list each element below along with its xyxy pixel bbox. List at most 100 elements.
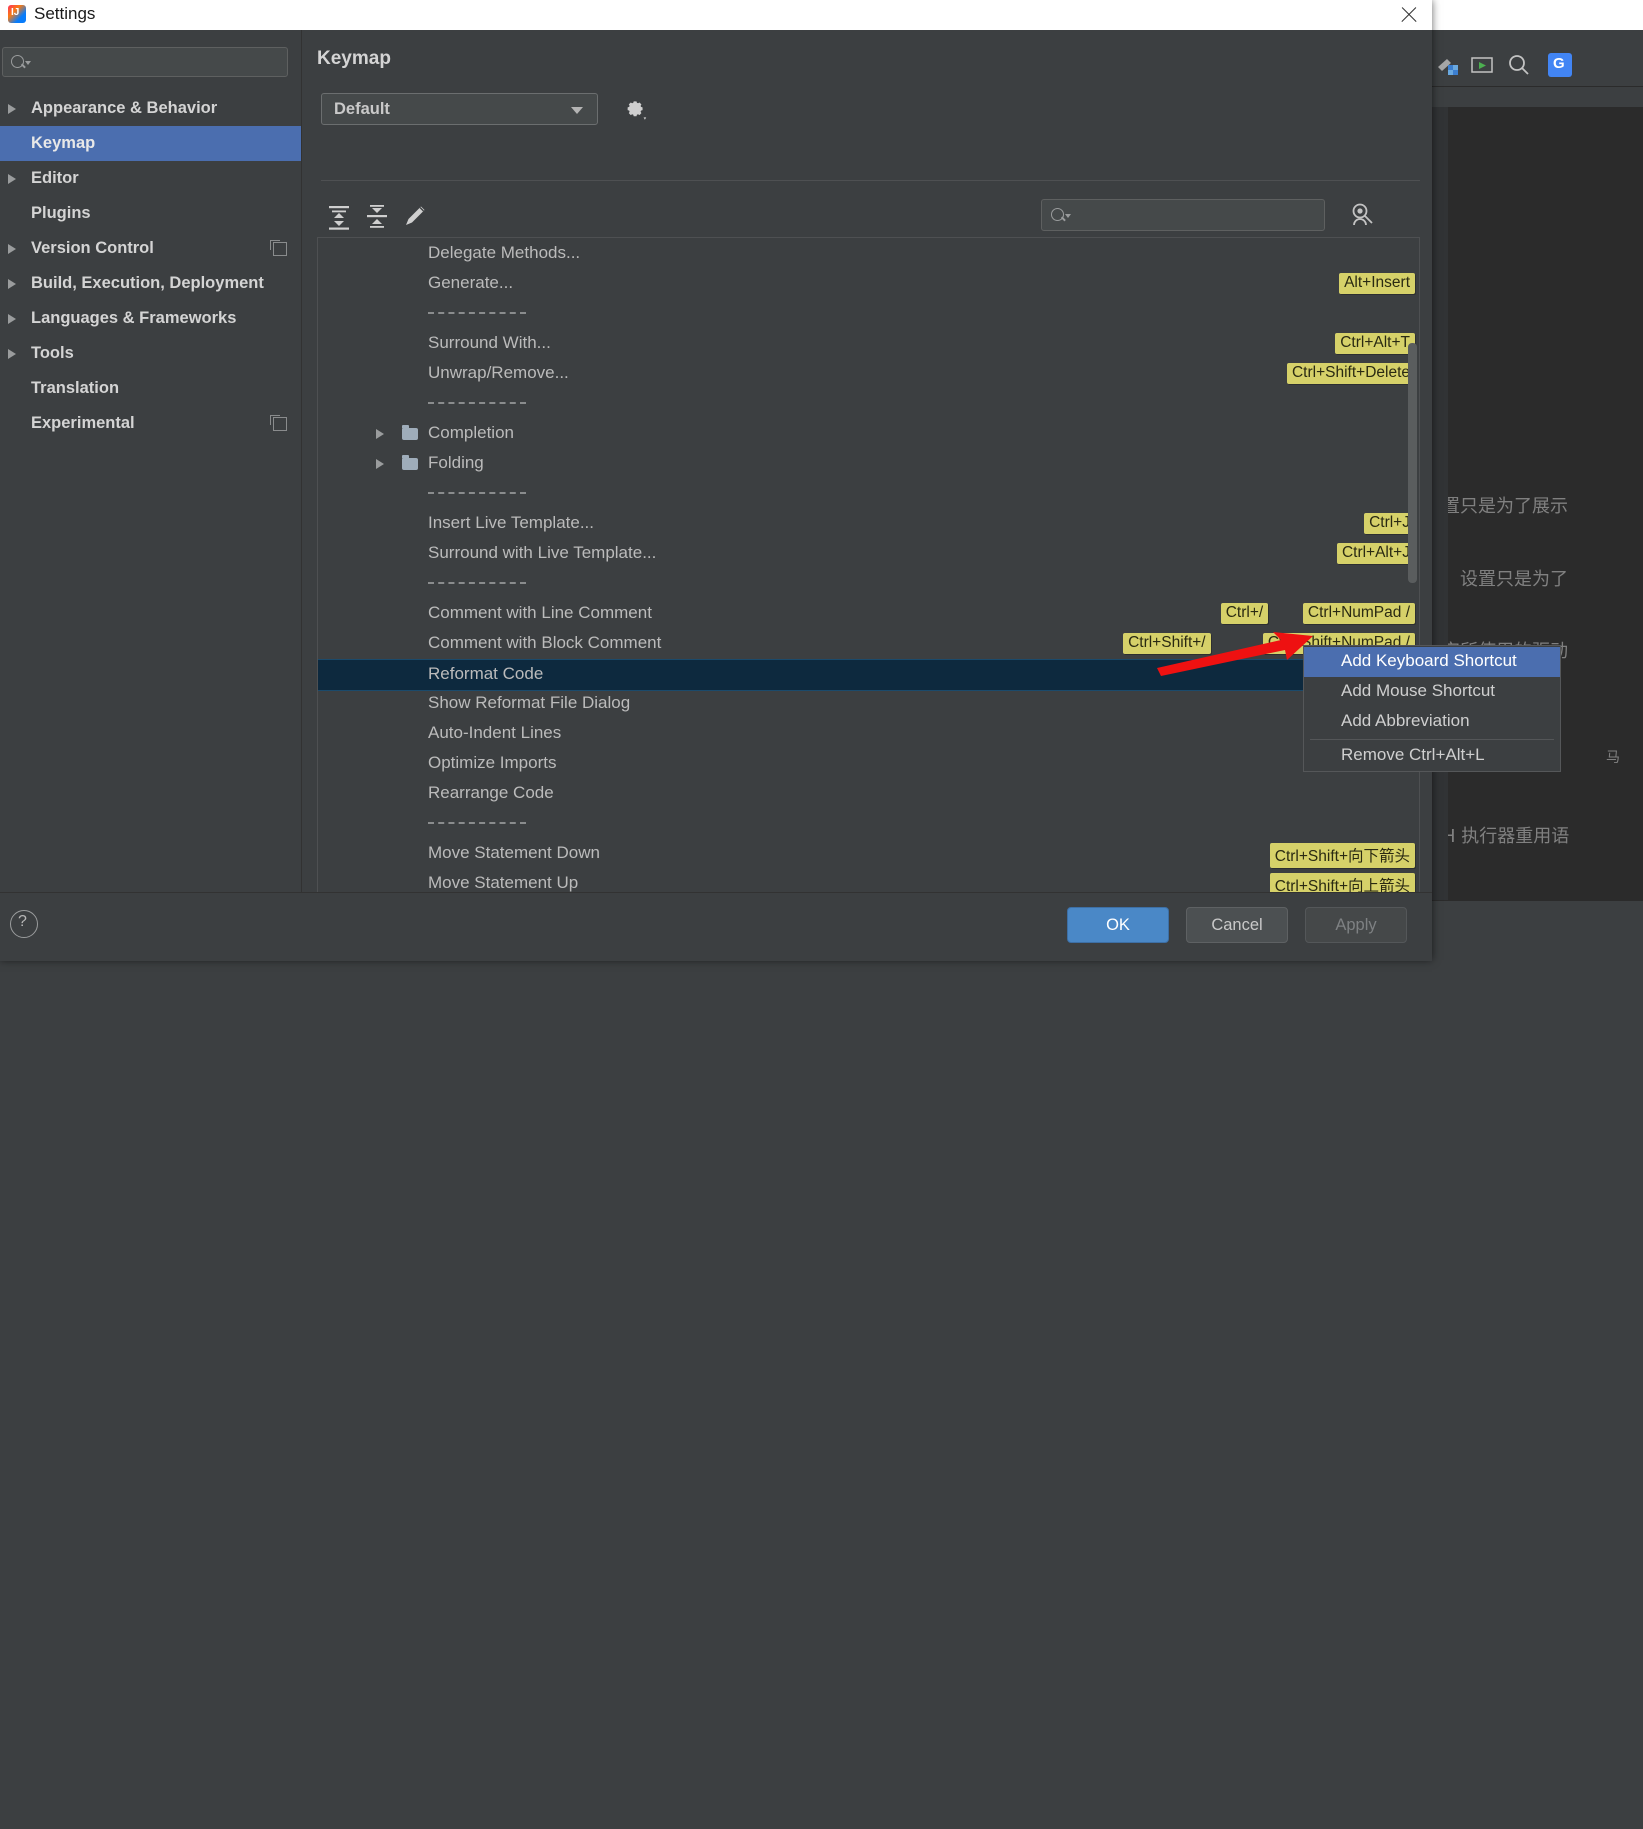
sidebar-item-label: Tools: [31, 344, 74, 362]
menu-divider: [1310, 739, 1554, 740]
chevron-right-icon[interactable]: [8, 349, 16, 359]
dialog-titlebar: IJ Settings: [0, 0, 1432, 30]
keymap-scheme-select[interactable]: Default: [321, 93, 598, 125]
tree-action-row[interactable]: Surround With... Ctrl+Alt+T: [318, 329, 1419, 359]
dashed-divider: [428, 402, 526, 404]
tree-action-row[interactable]: Auto-Indent Lines: [318, 719, 1419, 749]
shortcut-badge: Ctrl+Alt+J: [1336, 543, 1415, 564]
chevron-right-icon[interactable]: [8, 244, 16, 254]
chevron-right-icon[interactable]: [376, 429, 384, 439]
dashed-divider: [428, 312, 526, 314]
folder-icon: [402, 425, 418, 440]
dashed-divider: [428, 492, 526, 494]
search-icon: [11, 55, 24, 68]
run-icon[interactable]: [1469, 52, 1495, 78]
shortcut-context-menu: Add Keyboard Shortcut Add Mouse Shortcut A…: [1303, 645, 1561, 772]
tree-action-row[interactable]: Optimize Imports: [318, 749, 1419, 779]
shortcut-badge: Ctrl+/: [1220, 603, 1269, 624]
shortcut-badge: Ctrl+Alt+T: [1335, 333, 1415, 354]
tree-folder-row[interactable]: Folding: [318, 449, 1419, 479]
context-menu-item[interactable]: Add Mouse Shortcut: [1304, 677, 1560, 707]
find-by-shortcut-icon[interactable]: [1345, 198, 1379, 232]
dialog-footer: ? OK Cancel Apply: [0, 892, 1432, 961]
build-icon[interactable]: [1434, 52, 1460, 78]
cancel-button[interactable]: Cancel: [1186, 907, 1288, 943]
chevron-down-icon[interactable]: [1065, 214, 1071, 218]
copy-settings-icon[interactable]: [270, 415, 287, 431]
chevron-right-icon[interactable]: [376, 459, 384, 469]
gear-icon[interactable]: [618, 92, 652, 126]
tree-action-row[interactable]: Generate... Alt+Insert: [318, 269, 1419, 299]
shortcut-badge: Ctrl+Shift+Delete: [1286, 363, 1415, 384]
tree-row-label: Show Reformat File Dialog: [428, 693, 631, 712]
chevron-right-icon[interactable]: [8, 314, 16, 324]
ide-status-bar: Event Lo: [1430, 900, 1643, 995]
tree-row-label: Optimize Imports: [428, 753, 557, 772]
tree-action-row[interactable]: Insert Live Template... Ctrl+J: [318, 509, 1419, 539]
settings-search-input[interactable]: [2, 47, 288, 77]
tree-action-row[interactable]: Surround with Live Template... Ctrl+Alt+J: [318, 539, 1419, 569]
tree-folder-row[interactable]: Completion: [318, 419, 1419, 449]
search-icon: [1051, 208, 1064, 221]
sidebar-item-experimental[interactable]: Experimental: [0, 406, 301, 441]
shortcut-badge: Alt+Insert: [1339, 273, 1415, 294]
tree-row-label: Unwrap/Remove...: [428, 363, 569, 382]
ok-button[interactable]: OK: [1067, 907, 1169, 943]
sidebar-item-editor[interactable]: Editor: [0, 161, 301, 196]
tree-row-label: Delegate Methods...: [428, 243, 581, 262]
sidebar-item-appearance-behavior[interactable]: Appearance & Behavior: [0, 91, 301, 126]
keymap-action-tree[interactable]: Delegate Methods... Generate... Alt+Insert…: [317, 237, 1420, 905]
sidebar-item-label: Version Control: [31, 239, 154, 257]
tree-action-row[interactable]: Move Statement Down Ctrl+Shift+向下箭头: [318, 839, 1419, 869]
tree-action-row[interactable]: Unwrap/Remove... Ctrl+Shift+Delete: [318, 359, 1419, 389]
editor-text-line: H 执行器重用语: [1442, 826, 1570, 847]
search-everywhere-icon[interactable]: [1506, 52, 1532, 78]
tree-action-row[interactable]: Rearrange Code: [318, 779, 1419, 809]
chevron-right-icon[interactable]: [8, 104, 16, 114]
collapse-all-icon[interactable]: [361, 200, 393, 232]
settings-dialog: IJ Settings Appearance & Behavior Keymap E…: [0, 0, 1432, 961]
sidebar-item-translation[interactable]: Translation: [0, 371, 301, 406]
context-menu-item[interactable]: Remove Ctrl+Alt+L: [1304, 741, 1560, 771]
context-menu-item-label: Add Keyboard Shortcut: [1341, 651, 1517, 670]
sidebar-item-label: Keymap: [31, 134, 96, 152]
editor-text-line: ，设置只是为了: [1442, 569, 1568, 590]
sidebar-item-keymap[interactable]: Keymap: [0, 126, 301, 161]
google-translate-icon[interactable]: G: [1548, 53, 1572, 77]
sidebar-item-label: Plugins: [31, 204, 91, 222]
annotation-arrow: [1157, 632, 1313, 676]
divider: [321, 180, 1420, 181]
sidebar-item-build-execution-deployment[interactable]: Build, Execution, Deployment: [0, 266, 301, 301]
sidebar-item-languages-frameworks[interactable]: Languages & Frameworks: [0, 301, 301, 336]
context-menu-item-label: Add Abbreviation: [1341, 711, 1470, 730]
sidebar-item-tools[interactable]: Tools: [0, 336, 301, 371]
sidebar-item-version-control[interactable]: Version Control: [0, 231, 301, 266]
tree-row-label: Surround with Live Template...: [428, 543, 657, 562]
tree-row-label: Surround With...: [428, 333, 551, 352]
tree-action-row[interactable]: Show Reformat File DialogCtrl+: [318, 689, 1419, 719]
chevron-down-icon: [571, 107, 583, 114]
dialog-body: Appearance & Behavior Keymap Editor Plugins…: [0, 30, 1432, 905]
context-menu-item[interactable]: Add Abbreviation: [1304, 707, 1560, 737]
keymap-filter-input[interactable]: [1041, 199, 1325, 231]
sidebar-item-plugins[interactable]: Plugins: [0, 196, 301, 231]
tree-action-row[interactable]: Delegate Methods...: [318, 239, 1419, 269]
chevron-right-icon[interactable]: [8, 174, 16, 184]
chevron-down-icon[interactable]: [25, 61, 31, 65]
ide-toolbar: G: [1430, 44, 1643, 87]
dashed-divider: [428, 822, 526, 824]
editor-text-line: 马: [1606, 750, 1620, 766]
copy-settings-icon[interactable]: [270, 240, 287, 256]
tree-row-label: Completion: [428, 423, 514, 442]
context-menu-item[interactable]: Add Keyboard Shortcut: [1304, 647, 1560, 677]
help-button[interactable]: ?: [10, 910, 38, 938]
apply-button[interactable]: Apply: [1305, 907, 1407, 943]
tree-scrollbar-thumb[interactable]: [1408, 343, 1417, 583]
dialog-title: Settings: [34, 4, 96, 23]
expand-all-icon[interactable]: [323, 200, 355, 232]
pencil-icon[interactable]: [399, 200, 431, 232]
tree-action-row[interactable]: Comment with Line Comment Ctrl+NumPad / Ct…: [318, 599, 1419, 629]
close-icon[interactable]: [1388, 0, 1432, 30]
context-menu-item-label: Remove Ctrl+Alt+L: [1341, 745, 1485, 764]
chevron-right-icon[interactable]: [8, 279, 16, 289]
